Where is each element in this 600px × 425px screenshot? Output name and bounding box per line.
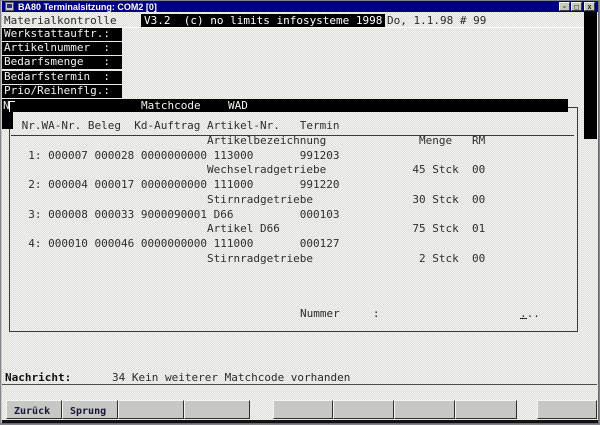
minimize-button[interactable]: - — [559, 2, 570, 11]
window-titlebar: BA80 Terminalsitzung: COM2 [0] - □ x — [2, 1, 598, 12]
terminal-icon — [5, 2, 14, 11]
maximize-button[interactable]: □ — [571, 2, 582, 11]
datetime-status: Do, 1.1.98 # 99 — [387, 14, 487, 27]
message-text: 34 Kein weiterer Matchcode vorhanden — [112, 371, 351, 384]
message-divider — [2, 384, 597, 385]
field-label-artikelnummer: Artikelnummer : — [2, 42, 122, 56]
matchcode-value: WAD — [228, 99, 248, 112]
fkey-button-4[interactable] — [184, 400, 250, 419]
field-label-bedarfsmenge: Bedarfsmenge : — [2, 56, 122, 70]
matchcode-bar: N Matchcode WAD — [2, 99, 568, 112]
field-label-werkstattauftrag: Werkstattauftr.: — [2, 28, 122, 41]
fkey-button-7[interactable] — [394, 400, 455, 419]
bottom-border-strip — [2, 420, 598, 423]
field-label-bedarfstermin: Bedarfstermin : — [2, 70, 122, 84]
fkey-button-6[interactable] — [333, 400, 394, 419]
window-title: BA80 Terminalsitzung: COM2 [0] — [18, 2, 157, 12]
matchcode-bar-tail — [2, 112, 13, 129]
fkey-button-8[interactable] — [455, 400, 517, 419]
fkey-button-5[interactable] — [273, 400, 333, 419]
table-header-underline — [11, 135, 574, 136]
fkey-zurueck[interactable]: Zurück — [6, 400, 62, 419]
app-title: Materialkontrolle — [4, 14, 117, 27]
version-banner: V3.2 (c) no limits infosysteme 1998 — [141, 14, 386, 27]
popup-corner-tick-h — [10, 101, 15, 102]
message-label: Nachricht: — [5, 371, 72, 384]
field-label-prio: Prio/Reihenflg.: — [2, 84, 122, 98]
fkey-button-9[interactable] — [537, 400, 597, 419]
matchcode-results: Nr.WA-Nr. Beleg Kd-Auftrag Artikel-Nr. T… — [21, 119, 486, 265]
text-cursor — [520, 318, 527, 319]
fkey-button-3[interactable] — [118, 400, 184, 419]
right-black-strip — [584, 12, 597, 139]
matchcode-label: Matchcode — [141, 99, 201, 112]
popup-corner-tick — [9, 101, 10, 112]
close-button[interactable]: x — [584, 2, 595, 11]
fkey-sprung[interactable]: Sprung — [62, 400, 118, 419]
terminal-window: BA80 Terminalsitzung: COM2 [0] - □ x Mat… — [0, 0, 600, 425]
